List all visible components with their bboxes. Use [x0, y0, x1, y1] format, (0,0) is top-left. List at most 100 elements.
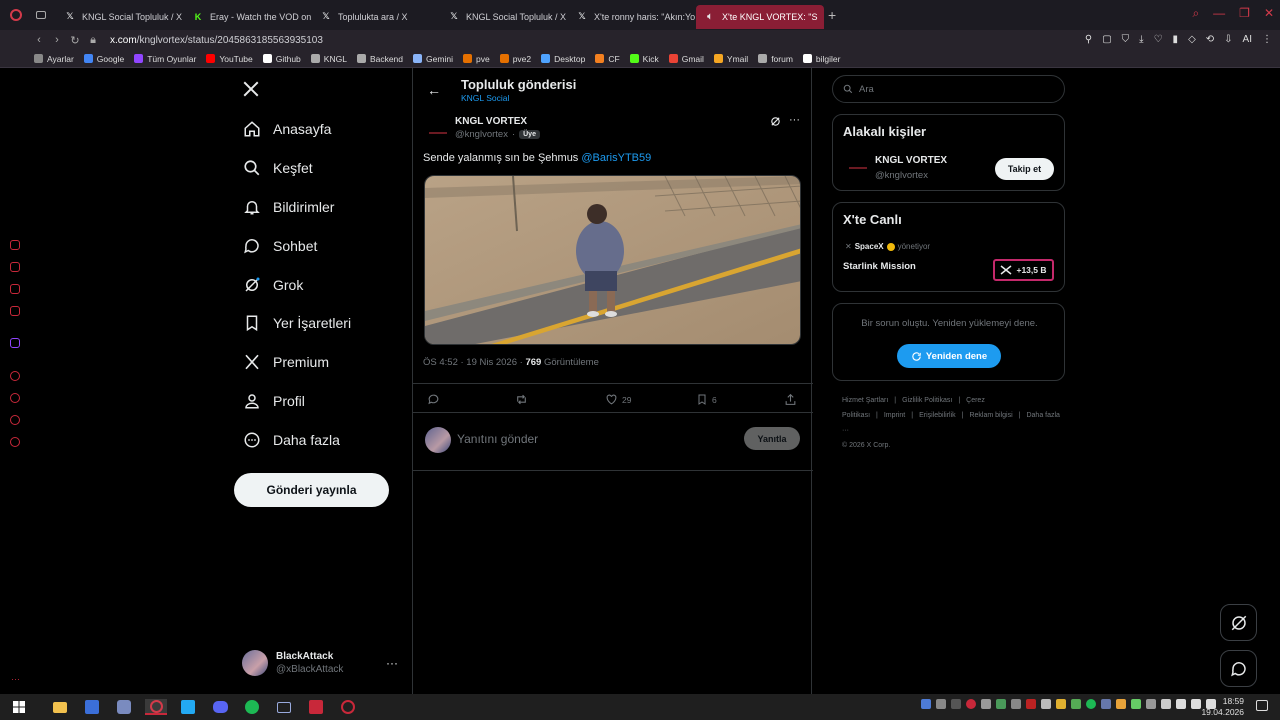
bookmark-item[interactable]: YouTube: [206, 54, 253, 64]
footer-link[interactable]: Gizlilik Politikası: [902, 397, 952, 404]
tray-icon[interactable]: [1176, 699, 1186, 709]
footer-link[interactable]: Hizmet Şartları: [842, 397, 888, 404]
author-name[interactable]: KNGL VORTEX: [455, 116, 527, 127]
discord-icon[interactable]: [209, 699, 231, 715]
tray-icon[interactable]: [1116, 699, 1126, 709]
grok-icon[interactable]: [770, 116, 781, 130]
nav-item-more[interactable]: Daha fazla: [242, 427, 340, 453]
tray-icon[interactable]: [951, 699, 961, 709]
maximize-button[interactable]: ❐: [1239, 6, 1250, 21]
messages-float-button[interactable]: [1220, 650, 1257, 687]
tray-icon[interactable]: [966, 699, 976, 709]
more-options-icon[interactable]: ···: [789, 114, 800, 126]
app-icon[interactable]: [305, 699, 327, 715]
minimize-button[interactable]: —: [1213, 6, 1225, 21]
footer-link[interactable]: Imprint: [884, 412, 905, 419]
snap-icon[interactable]: ⟲: [1206, 34, 1214, 45]
opera-taskbar-icon[interactable]: [145, 699, 167, 715]
nav-item-grok[interactable]: Grok: [242, 272, 303, 298]
bookmark-item[interactable]: Desktop: [541, 54, 585, 64]
heart-icon[interactable]: ♡: [1154, 34, 1163, 45]
repost-action[interactable]: [514, 393, 529, 406]
sidebar-app-icon[interactable]: [10, 284, 20, 294]
grok-float-button[interactable]: [1220, 604, 1257, 641]
history-icon[interactable]: [10, 393, 20, 403]
mention-link[interactable]: @BarisYTB59: [581, 152, 651, 164]
tray-icon[interactable]: [1086, 699, 1096, 709]
menu-icon[interactable]: ⋮: [1262, 34, 1272, 45]
vscode-icon[interactable]: [177, 699, 199, 715]
tab-menu-icon[interactable]: [36, 11, 46, 19]
bookmark-item[interactable]: CF: [595, 54, 620, 64]
browser-tab[interactable]: K Eray - Watch the VOD on K: [184, 5, 312, 29]
windows-start-icon[interactable]: [8, 699, 30, 715]
sidebar-app-icon[interactable]: [10, 371, 20, 381]
app-icon[interactable]: [337, 699, 359, 715]
spotify-icon[interactable]: [241, 699, 263, 715]
tray-icon[interactable]: [1026, 699, 1036, 709]
bookmark-item[interactable]: Ymail: [713, 54, 748, 64]
nav-item-search[interactable]: Keşfet: [242, 155, 313, 181]
bookmark-item[interactable]: Gmail: [668, 54, 704, 64]
back-arrow-icon[interactable]: ←: [427, 82, 441, 98]
browser-tab[interactable]: 𝕏 Toplulukta ara / X: [312, 5, 440, 29]
footer-link[interactable]: Erişilebilirlik: [919, 412, 956, 419]
suggested-name[interactable]: KNGL VORTEX: [875, 155, 947, 166]
live-event-title[interactable]: Starlink Mission: [843, 261, 916, 272]
bookmark-item[interactable]: Gemini: [413, 54, 453, 64]
bookmark-action[interactable]: 6: [696, 393, 717, 406]
pin-icon[interactable]: ⚲: [1085, 34, 1092, 45]
settings-icon[interactable]: [10, 437, 20, 447]
tray-icon[interactable]: [1011, 699, 1021, 709]
bookmark-item[interactable]: Tüm Oyunlar: [134, 54, 196, 64]
browser-tab[interactable]: 𝕏 X'te ronny haris: "Akın:Yo: [568, 5, 696, 29]
nav-item-bell[interactable]: Bildirimler: [242, 194, 334, 220]
nav-item-x[interactable]: Premium: [242, 349, 329, 375]
bookmark-item[interactable]: Github: [262, 54, 301, 64]
reply-button[interactable]: Yanıtla: [744, 427, 800, 450]
live-listeners-badge[interactable]: +13,5 B: [993, 259, 1054, 281]
more-icon[interactable]: ···: [11, 674, 20, 684]
search-input[interactable]: Ara: [832, 75, 1065, 103]
tray-icon[interactable]: [1161, 699, 1171, 709]
file-explorer-icon[interactable]: [49, 699, 71, 715]
sidebar-app-icon[interactable]: [10, 415, 20, 425]
ai-button[interactable]: AI: [1243, 34, 1252, 45]
bookmark-item[interactable]: Ayarlar: [34, 54, 74, 64]
twitch-icon[interactable]: [10, 338, 20, 348]
notification-icon[interactable]: [1256, 700, 1268, 711]
bookmark-item[interactable]: forum: [758, 54, 793, 64]
tray-icon[interactable]: [1146, 699, 1156, 709]
bookmark-item[interactable]: Google: [83, 54, 124, 64]
app-icon[interactable]: [113, 699, 135, 715]
nav-item-user[interactable]: Profil: [242, 388, 305, 414]
terminal-icon[interactable]: [273, 699, 295, 715]
nav-item-home[interactable]: Anasayfa: [242, 116, 331, 142]
bookmark-item[interactable]: Backend: [356, 54, 403, 64]
tray-icon[interactable]: [1101, 699, 1111, 709]
suggested-avatar[interactable]: [845, 155, 871, 181]
back-icon[interactable]: ‹: [30, 34, 48, 46]
nav-item-chat[interactable]: Sohbet: [242, 233, 317, 259]
share-action[interactable]: [784, 393, 797, 406]
nav-item-bookmark[interactable]: Yer İşaretleri: [242, 310, 351, 336]
sidebar-app-icon[interactable]: [10, 240, 20, 250]
bookmark-item[interactable]: KNGL: [310, 54, 347, 64]
new-tab-button[interactable]: +: [828, 7, 836, 23]
footer-link[interactable]: Reklam bilgisi: [969, 412, 1012, 419]
bookmark-item[interactable]: pve: [462, 54, 490, 64]
tray-icon[interactable]: [996, 699, 1006, 709]
opera-logo-icon[interactable]: [10, 9, 22, 21]
reply-input[interactable]: Yanıtını gönder: [457, 432, 538, 446]
like-action[interactable]: 29: [605, 393, 631, 406]
tray-icon[interactable]: [1071, 699, 1081, 709]
tray-icon[interactable]: [1041, 699, 1051, 709]
tray-icon[interactable]: [921, 699, 931, 709]
forward-icon[interactable]: ›: [48, 34, 66, 46]
download-icon[interactable]: ⤓: [1139, 34, 1143, 45]
shield-icon[interactable]: ⛉: [1122, 34, 1130, 45]
account-switcher[interactable]: BlackAttack @xBlackAttack: [242, 650, 343, 676]
tray-icon[interactable]: [1056, 699, 1066, 709]
sidebar-app-icon[interactable]: [10, 262, 20, 272]
browser-tab[interactable]: 𝕏 KNGL Social Topluluk / X: [56, 5, 184, 29]
